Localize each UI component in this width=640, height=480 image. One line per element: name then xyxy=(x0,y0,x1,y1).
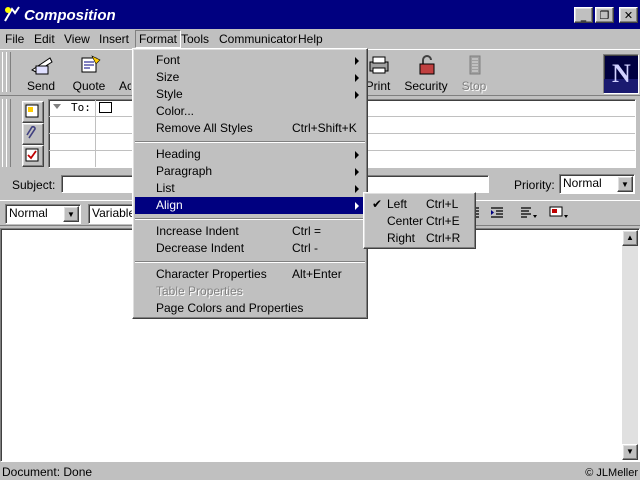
composition-app-icon xyxy=(4,6,20,22)
menu-item-heading[interactable]: Heading xyxy=(135,146,365,163)
scroll-up-button[interactable]: ▲ xyxy=(622,230,638,246)
attachment-tab-button[interactable] xyxy=(22,123,44,145)
menu-item-decrease-indent[interactable]: Decrease Indent Ctrl - xyxy=(135,240,365,257)
format-menu: Font Size Style Color... Remove All Styl… xyxy=(132,48,368,319)
insert-object-icon[interactable] xyxy=(548,205,570,221)
menu-format[interactable]: Format xyxy=(135,30,182,48)
send-icon xyxy=(31,57,53,75)
quote-button[interactable]: Quote xyxy=(63,52,115,94)
subject-label: Subject: xyxy=(12,178,56,192)
menu-item-style[interactable]: Style xyxy=(135,86,365,103)
copyright-text: © JLMeller xyxy=(585,467,638,479)
chevron-down-icon[interactable]: ▼ xyxy=(617,176,633,192)
menu-bar: File Edit View Insert Format Tools Commu… xyxy=(0,30,640,48)
menu-item-paragraph[interactable]: Paragraph xyxy=(135,163,365,180)
address-button[interactable]: Ac xyxy=(111,52,131,94)
security-icon xyxy=(419,55,435,75)
title-bar: Composition _ ❐ ✕ xyxy=(0,0,640,29)
menu-item-align-right[interactable]: Right Ctrl+R xyxy=(366,230,473,247)
close-button[interactable]: ✕ xyxy=(619,7,638,23)
stop-button[interactable]: Stop xyxy=(448,52,500,94)
paperclip-icon xyxy=(26,125,36,139)
security-button[interactable]: Security xyxy=(400,52,452,94)
submenu-arrow-icon xyxy=(355,185,359,193)
menu-view[interactable]: View xyxy=(61,31,93,47)
menu-separator xyxy=(135,218,365,220)
stop-icon xyxy=(469,55,481,75)
print-icon xyxy=(369,56,389,74)
status-bar: Document: Done © JLMeller xyxy=(0,463,640,480)
maximize-button[interactable]: ❐ xyxy=(595,7,614,23)
menu-separator xyxy=(135,261,365,263)
svg-text:N: N xyxy=(612,59,631,88)
quote-icon xyxy=(81,55,101,73)
column-divider xyxy=(95,100,96,167)
submenu-arrow-icon xyxy=(355,74,359,82)
menu-file[interactable]: File xyxy=(2,31,27,47)
font-select[interactable]: Variable xyxy=(88,204,136,224)
paragraph-style-value: Normal xyxy=(9,206,48,220)
netscape-n-icon: N xyxy=(604,59,638,93)
send-label: Send xyxy=(26,79,56,93)
align-submenu: ✔ Left Ctrl+L Center Ctrl+E Right Ctrl+R xyxy=(363,192,476,249)
menu-item-increase-indent[interactable]: Increase Indent Ctrl = xyxy=(135,223,365,240)
vertical-scrollbar[interactable]: ▲ ▼ xyxy=(622,230,638,460)
menu-item-table-properties[interactable]: Table Properties xyxy=(135,283,365,300)
address-card-small-icon xyxy=(99,102,112,113)
menu-item-align-center[interactable]: Center Ctrl+E xyxy=(366,213,473,230)
minimize-button[interactable]: _ xyxy=(574,7,593,23)
scroll-down-button[interactable]: ▼ xyxy=(622,444,638,460)
menu-tools[interactable]: Tools xyxy=(178,31,212,47)
menu-item-remove-all-styles[interactable]: Remove All Styles Ctrl+Shift+K xyxy=(135,120,365,137)
menu-insert[interactable]: Insert xyxy=(96,31,132,47)
address-card-icon xyxy=(25,104,39,118)
status-text: Document: Done xyxy=(2,465,93,479)
menu-item-align-left[interactable]: ✔ Left Ctrl+L xyxy=(366,196,473,213)
menu-edit[interactable]: Edit xyxy=(31,31,58,47)
security-label: Security xyxy=(404,79,448,93)
address-tab-button[interactable] xyxy=(22,101,44,123)
font-value: Variable xyxy=(92,206,136,220)
menu-communicator[interactable]: Communicator xyxy=(216,31,300,47)
priority-label: Priority: xyxy=(514,178,555,192)
chevron-down-icon[interactable]: ▼ xyxy=(63,206,79,222)
menu-item-align[interactable]: Align xyxy=(135,197,365,214)
menu-separator xyxy=(135,141,365,143)
toolbar-grip-2[interactable] xyxy=(6,52,11,92)
netscape-logo[interactable]: N xyxy=(603,54,639,94)
menu-item-size[interactable]: Size xyxy=(135,69,365,86)
menu-item-color[interactable]: Color... xyxy=(135,103,365,120)
options-tab-button[interactable] xyxy=(22,145,44,167)
menu-help[interactable]: Help xyxy=(295,31,326,47)
address-grip-2[interactable] xyxy=(6,99,11,167)
menu-item-list[interactable]: List xyxy=(135,180,365,197)
alignment-icon[interactable] xyxy=(520,206,538,220)
stop-label: Stop xyxy=(461,79,487,93)
submenu-arrow-icon xyxy=(355,202,359,210)
menu-item-font[interactable]: Font xyxy=(135,52,365,69)
submenu-arrow-icon xyxy=(355,57,359,65)
address-label: Ac xyxy=(119,79,131,93)
checkmark-icon: ✔ xyxy=(372,197,383,211)
submenu-arrow-icon xyxy=(355,151,359,159)
indent-icon[interactable] xyxy=(490,206,504,220)
priority-select[interactable]: Normal ▼ xyxy=(559,174,635,194)
to-label: To: xyxy=(71,101,91,114)
chevron-down-icon[interactable] xyxy=(53,104,61,109)
menu-item-character-properties[interactable]: Character Properties Alt+Enter xyxy=(135,266,365,283)
submenu-arrow-icon xyxy=(355,91,359,99)
menu-item-page-colors-and-properties[interactable]: Page Colors and Properties xyxy=(135,300,365,317)
quote-label: Quote xyxy=(72,79,106,93)
paragraph-style-select[interactable]: Normal ▼ xyxy=(5,204,81,224)
send-button[interactable]: Send xyxy=(15,52,67,94)
options-icon xyxy=(25,148,39,162)
submenu-arrow-icon xyxy=(355,168,359,176)
priority-value: Normal xyxy=(563,176,602,190)
window-title: Composition xyxy=(24,7,116,24)
